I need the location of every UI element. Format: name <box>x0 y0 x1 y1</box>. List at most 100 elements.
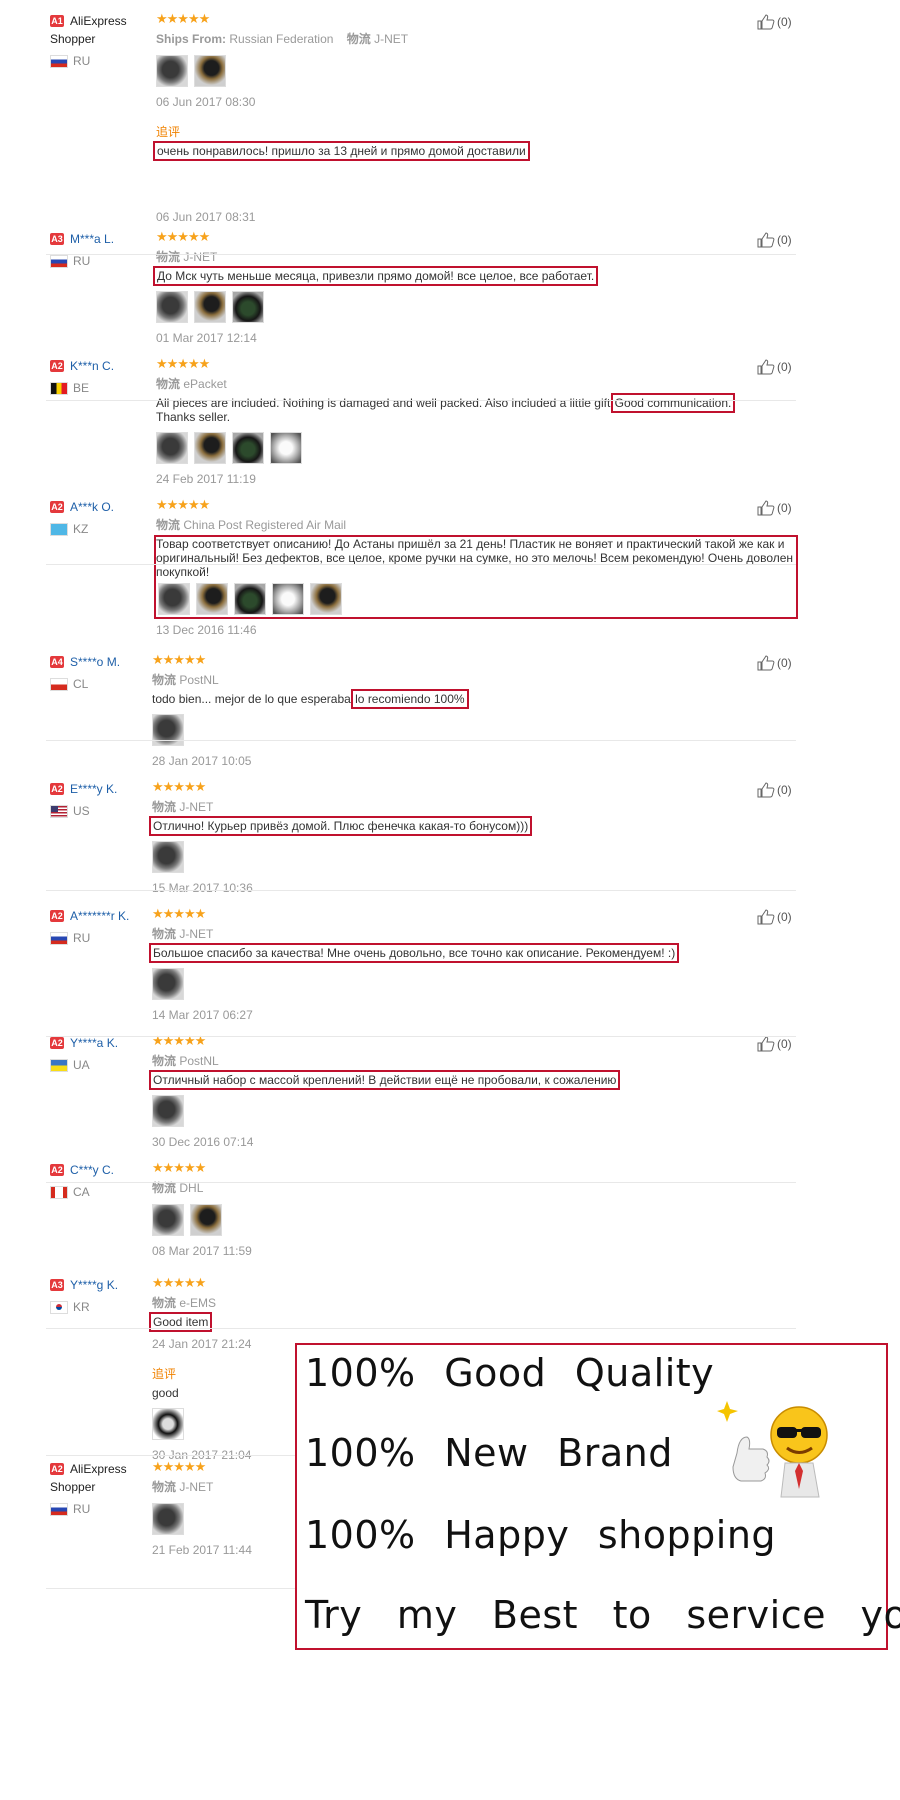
reviewer-name[interactable]: A*******r K. <box>70 909 129 923</box>
logistics-value: China Post Registered Air Mail <box>183 518 347 532</box>
country-code: KZ <box>73 522 89 536</box>
country-code: RU <box>73 54 91 68</box>
review-date: 24 Feb 2017 11:19 <box>156 472 256 486</box>
reviewer-info: A4 S****o M. CL <box>50 653 150 691</box>
helpful-button[interactable]: (0) <box>757 359 792 375</box>
review-body: ★★★★★ 物流 J-NET Отлично! Курьер привёз домо… <box>148 779 792 895</box>
buyer-level-badge: A2 <box>50 782 64 795</box>
reviewer-country: US <box>50 804 150 818</box>
review-photo-thumbnail[interactable] <box>194 432 226 464</box>
reviewer-country: CA <box>50 1185 150 1199</box>
thumbs-up-icon <box>757 782 775 798</box>
reviewer-name[interactable]: M***a L. <box>70 232 114 246</box>
thumbs-up-icon <box>757 232 775 248</box>
review-photo-thumbnail[interactable] <box>152 968 184 1000</box>
reviewer-country: RU <box>50 1502 150 1516</box>
reviewer-country: KZ <box>50 522 150 536</box>
reviewer-name[interactable]: S****o M. <box>70 655 120 669</box>
review-photo-thumbnail[interactable] <box>156 432 188 464</box>
buyer-level-badge: A2 <box>50 1163 64 1176</box>
helpful-count: (0) <box>777 910 792 924</box>
helpful-button[interactable]: (0) <box>757 782 792 798</box>
review-photo-thumbnail[interactable] <box>152 1408 184 1440</box>
reviewer-name[interactable]: E****y K. <box>70 782 117 796</box>
flag-be-icon <box>50 381 68 395</box>
review-date: 13 Dec 2016 11:46 <box>156 623 257 637</box>
review-divider <box>46 1455 316 1456</box>
country-code: RU <box>73 1502 91 1516</box>
review-date: 30 Dec 2016 07:14 <box>152 1135 254 1149</box>
review-text-highlighted: Отличный набор с массой креплений! В дей… <box>148 1070 621 1090</box>
review-photo-thumbnail[interactable] <box>194 55 226 87</box>
shipping-info: 物流 J-NET <box>152 925 792 942</box>
review-text-highlighted: lo recomiendo 100% <box>351 689 469 709</box>
review-photo-thumbnail[interactable] <box>194 291 226 323</box>
review-photos <box>152 1204 792 1236</box>
review-photos <box>156 432 796 464</box>
buyer-level-badge: A2 <box>50 1462 64 1475</box>
logistics-label: 物流 <box>346 32 371 46</box>
review-body: ★★★★★ 物流 DHL 08 Mar 2017 11:59 <box>152 1161 792 1258</box>
logistics-label: 物流 <box>152 1181 177 1195</box>
helpful-button[interactable]: (0) <box>757 655 792 671</box>
review-photo-thumbnail[interactable] <box>196 583 228 615</box>
reviewer-country: KR <box>50 1300 150 1314</box>
buyer-level-badge: A2 <box>50 359 64 372</box>
review-text: До Мск чуть меньше месяца, привезли прям… <box>152 266 796 286</box>
logistics-value: ePacket <box>183 377 227 391</box>
helpful-button[interactable]: (0) <box>757 500 792 516</box>
review-text-after: Thanks seller. <box>156 410 231 424</box>
flag-kr-icon <box>50 1300 68 1314</box>
helpful-count: (0) <box>777 15 792 29</box>
thumbs-up-icon <box>757 655 775 671</box>
review-photo-thumbnail[interactable] <box>156 291 188 323</box>
helpful-button[interactable]: (0) <box>757 232 792 248</box>
rating-stars: ★★★★★ <box>152 779 206 794</box>
review-photo-thumbnail[interactable] <box>190 1204 222 1236</box>
reviewer-name[interactable]: Y****g K. <box>70 1278 118 1292</box>
additional-review-date: 06 Jun 2017 08:31 <box>156 210 256 224</box>
reviewer-name[interactable]: A***k O. <box>70 500 114 514</box>
review-text-highlighted: Большое спасибо за качества! Мне очень д… <box>148 943 680 963</box>
buyer-level-badge: A1 <box>50 14 64 27</box>
helpful-button[interactable]: (0) <box>757 1036 792 1052</box>
reviewer-name[interactable]: C***y C. <box>70 1163 114 1177</box>
flag-ru-icon <box>50 254 68 268</box>
review-photo-thumbnail[interactable] <box>232 291 264 323</box>
review-photo-thumbnail[interactable] <box>152 1095 184 1127</box>
shipping-info: 物流 PostNL <box>152 671 792 688</box>
country-code: BE <box>73 381 90 395</box>
review-text: todo bien... mejor de lo que esperaba,lo… <box>152 689 792 709</box>
review-photo-thumbnail[interactable] <box>272 583 304 615</box>
helpful-button[interactable]: (0) <box>757 909 792 925</box>
additional-review-text: очень понравилось! пришло за 13 дней и п… <box>153 141 796 161</box>
shipping-info: 物流 J-NET <box>152 798 792 815</box>
review-photo-thumbnail[interactable] <box>158 583 190 615</box>
reviewer-info: A3 M***a L. RU <box>50 230 150 268</box>
buyer-level-badge: A4 <box>50 655 64 668</box>
logistics-label: 物流 <box>152 800 177 814</box>
reviewer-name[interactable]: K***n C. <box>70 359 114 373</box>
review-photo-thumbnail[interactable] <box>270 432 302 464</box>
logistics-label: 物流 <box>152 1480 177 1494</box>
review-photo-thumbnail[interactable] <box>156 55 188 87</box>
review-photo-thumbnail[interactable] <box>232 432 264 464</box>
review-photos <box>152 714 792 746</box>
review-divider <box>46 740 796 741</box>
review-photo-thumbnail[interactable] <box>152 1204 184 1236</box>
review-date: 08 Mar 2017 11:59 <box>152 1244 252 1258</box>
helpful-button[interactable]: (0) <box>757 14 792 30</box>
review-photos <box>152 968 792 1000</box>
buyer-level-badge: A3 <box>50 1278 64 1291</box>
review-divider <box>46 1182 796 1183</box>
reviewer-name[interactable]: Y****a K. <box>70 1036 118 1050</box>
rating-stars: ★★★★★ <box>152 1160 206 1175</box>
review-photo-thumbnail[interactable] <box>152 1503 184 1535</box>
review-photo-thumbnail[interactable] <box>152 714 184 746</box>
rating-stars: ★★★★★ <box>156 11 210 26</box>
thumbs-up-icon <box>757 1036 775 1052</box>
review-photo-thumbnail[interactable] <box>310 583 342 615</box>
review-photo-thumbnail[interactable] <box>152 841 184 873</box>
review-photo-thumbnail[interactable] <box>234 583 266 615</box>
review-body: ★★★★★ 物流 J-NET До Мск чуть меньше месяца, … <box>152 230 796 345</box>
